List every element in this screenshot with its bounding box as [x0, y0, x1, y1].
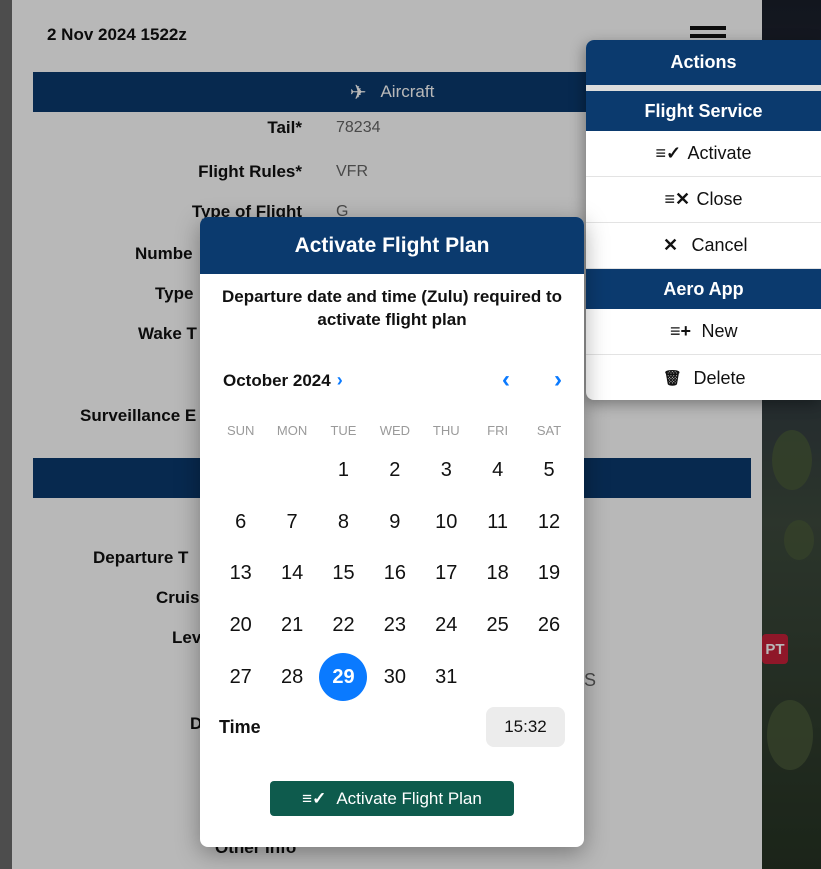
calendar-day-4[interactable]: 4 [472, 445, 523, 497]
calendar-day-29[interactable]: 29 [318, 651, 369, 703]
menu-item-delete[interactable]: 🗑 Delete [586, 355, 821, 400]
calendar-day-14[interactable]: 14 [266, 548, 317, 600]
weekday-header: SUN MON TUE WED THU FRI SAT [215, 423, 575, 438]
dialog-message: Departure date and time (Zulu) required … [221, 287, 563, 329]
trash-icon: 🗑 [662, 370, 682, 387]
calendar-day-3[interactable]: 3 [421, 445, 472, 497]
calendar-day-28[interactable]: 28 [266, 651, 317, 703]
month-label: October 2024 [223, 370, 331, 390]
time-label: Time [219, 717, 261, 737]
calendar-day-1[interactable]: 1 [318, 445, 369, 497]
menu-item-close[interactable]: ≡✕ Close [586, 177, 821, 223]
aero-app-header: Aero App [586, 269, 821, 309]
calendar-day-24[interactable]: 24 [421, 600, 472, 652]
calendar-day-7[interactable]: 7 [266, 497, 317, 549]
calendar-day-18[interactable]: 18 [472, 548, 523, 600]
menu-item-activate[interactable]: ≡✓ Activate [586, 131, 821, 177]
weekday-label: TUE [330, 423, 357, 438]
menu-item-cancel-label: Cancel [691, 235, 748, 255]
weekday-label: THU [432, 423, 460, 438]
calendar-day-31[interactable]: 31 [421, 651, 472, 703]
time-picker[interactable]: 15:32 [486, 707, 565, 747]
menu-item-new-label: New [701, 321, 738, 341]
calendar-days-grid: 1 2 3 4 5 6 7 8 9 10 11 12 13 14 15 16 17 18 19 20 21 22 23 24 2… [215, 445, 575, 703]
activate-flight-plan-button[interactable]: ≡✓ Activate Flight Plan [270, 781, 514, 816]
activate-flight-plan-dialog: Activate Flight Plan Departure date and … [200, 217, 584, 847]
calendar-day-12[interactable]: 12 [523, 497, 574, 549]
next-month-button[interactable]: › [548, 366, 568, 394]
calendar-day-30[interactable]: 30 [369, 651, 420, 703]
activate-button-label: Activate Flight Plan [336, 788, 482, 808]
calendar-day-22[interactable]: 22 [318, 600, 369, 652]
menu-item-new[interactable]: ≡+ New [586, 309, 821, 355]
calendar-day-26[interactable]: 26 [523, 600, 574, 652]
weekday-label: SUN [226, 423, 255, 438]
calendar-day-5[interactable]: 5 [523, 445, 574, 497]
menu-item-close-label: Close [696, 189, 743, 209]
menu-item-delete-label: Delete [693, 367, 746, 388]
calendar-day-13[interactable]: 13 [215, 548, 266, 600]
menu-item-activate-label: Activate [687, 143, 752, 163]
list-check-icon: ≡✓ [655, 143, 682, 163]
list-plus-icon: ≡+ [669, 321, 691, 341]
calendar-day-19[interactable]: 19 [523, 548, 574, 600]
weekday-label: MON [276, 423, 308, 438]
list-x-icon: ≡✕ [664, 189, 691, 209]
calendar-day-15[interactable]: 15 [318, 548, 369, 600]
previous-month-button[interactable]: ‹ [496, 366, 516, 394]
calendar-day-25[interactable]: 25 [472, 600, 523, 652]
calendar-day-17[interactable]: 17 [421, 548, 472, 600]
dialog-title: Activate Flight Plan [200, 217, 584, 274]
calendar-day-8[interactable]: 8 [318, 497, 369, 549]
actions-menu: Actions Flight Service ≡✓ Activate ≡✕ Cl… [586, 40, 821, 400]
calendar-day-11[interactable]: 11 [472, 497, 523, 549]
calendar-day-9[interactable]: 9 [369, 497, 420, 549]
calendar-day-21[interactable]: 21 [266, 600, 317, 652]
actions-menu-title: Actions [586, 40, 821, 85]
calendar-day-20[interactable]: 20 [215, 600, 266, 652]
flight-service-header: Flight Service [586, 91, 821, 131]
calendar-day-10[interactable]: 10 [421, 497, 472, 549]
weekday-label: SAT [536, 423, 562, 438]
weekday-label: WED [379, 423, 411, 438]
list-check-icon: ≡✓ [302, 788, 327, 808]
calendar-day-27[interactable]: 27 [215, 651, 266, 703]
weekday-label: FRI [487, 423, 509, 438]
calendar-day-16[interactable]: 16 [369, 548, 420, 600]
menu-item-cancel[interactable]: ✕ Cancel [586, 223, 821, 269]
x-icon: ✕ [662, 235, 679, 255]
calendar-day-6[interactable]: 6 [215, 497, 266, 549]
calendar-day-2[interactable]: 2 [369, 445, 420, 497]
selected-day-indicator: 29 [319, 653, 368, 702]
month-selector[interactable]: October 2024 › [223, 370, 343, 391]
calendar-day-23[interactable]: 23 [369, 600, 420, 652]
chevron-right-icon: › [336, 370, 343, 390]
